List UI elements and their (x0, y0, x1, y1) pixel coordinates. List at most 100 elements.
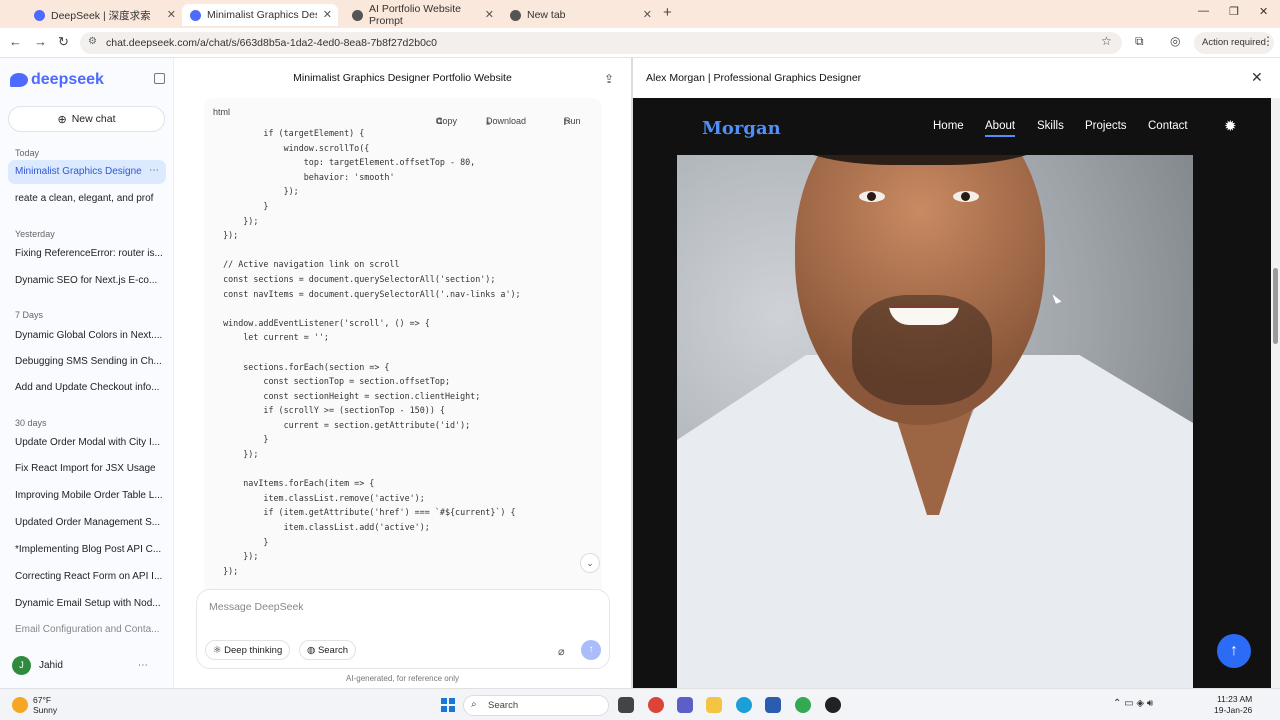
history-item[interactable]: Update Order Modal with City I... (8, 431, 166, 455)
bookmark-star-icon[interactable]: ☆ (1101, 34, 1112, 48)
profile-icon[interactable]: ◎ (1170, 34, 1180, 48)
file-explorer-icon[interactable] (706, 697, 722, 713)
history-item[interactable]: Fix React Import for JSX Usage (8, 457, 166, 481)
close-icon[interactable]: ✕ (485, 8, 494, 21)
deepseek-icon (190, 9, 201, 21)
sidebar: deepseek ⊕ New chat Today Minimalist Gra… (0, 58, 174, 688)
history-item[interactable]: Improving Mobile Order Table L... (8, 484, 166, 508)
weather-temp: 67°F (33, 695, 52, 705)
back-icon[interactable]: ← (9, 34, 22, 49)
send-button[interactable]: ↑ (581, 640, 601, 660)
history-item[interactable]: *Implementing Blog Post API C... (8, 538, 166, 562)
logo-text: deepseek (31, 71, 104, 88)
search-icon: ⌕ (471, 699, 477, 710)
whale-icon (10, 73, 28, 87)
new-tab-button[interactable]: + (663, 4, 672, 21)
more-icon[interactable]: ⋯ (138, 660, 148, 671)
window-close-icon[interactable]: ✕ (1259, 5, 1268, 18)
history-item[interactable]: reate a clean, elegant, and prof (8, 187, 166, 211)
history-item[interactable]: Dynamic Global Colors in Next.... (8, 324, 166, 348)
nav-home[interactable]: Home (933, 120, 964, 132)
close-icon[interactable]: ✕ (323, 8, 332, 21)
history-item-label: Update Order Modal with City I... (15, 437, 161, 448)
deep-thinking-toggle[interactable]: ⚛ Deep thinking (205, 640, 291, 660)
tab-ai-portfolio[interactable]: AI Portfolio Website Prompt ✕ (344, 3, 500, 27)
message-composer[interactable]: Message DeepSeek ⚛ Deep thinking ◍ Searc… (196, 589, 610, 669)
history-item-label: Dynamic SEO for Next.js E-co... (15, 275, 158, 286)
reload-icon[interactable]: ↻ (58, 34, 69, 50)
chat-title: Minimalist Graphics Designer Portfolio W… (293, 72, 512, 84)
preview-scrollbar[interactable] (1271, 98, 1280, 688)
extensions-icon[interactable]: ⧉ (1135, 34, 1144, 49)
history-item[interactable]: Dynamic SEO for Next.js E-co... (8, 269, 166, 293)
history-item-label: Fixing ReferenceError: router is... (15, 248, 163, 259)
atom-icon: ⚛ (213, 645, 225, 656)
history-item[interactable]: Debugging SMS Sending in Ch... (8, 350, 166, 374)
url-field[interactable]: ⚙ chat.deepseek.com/a/chat/s/663d8b5a-1d… (80, 32, 1122, 54)
copy-label: Copy (436, 116, 458, 126)
sidebar-toggle-icon[interactable] (154, 73, 165, 84)
history-item-label: Dynamic Global Colors in Next.... (15, 330, 163, 341)
nav-skills[interactable]: Skills (1037, 120, 1064, 132)
close-icon[interactable]: ✕ (643, 8, 652, 21)
profile-photo (677, 155, 1193, 688)
history-item-label: Dynamic Email Setup with Nod... (15, 598, 161, 609)
history-item[interactable]: Updated Order Management S... (8, 511, 166, 535)
tab-deepseek-home[interactable]: DeepSeek | 深度求索 ✕ (26, 4, 182, 26)
history-item[interactable]: Email Configuration and Conta... (8, 618, 166, 642)
chrome-active-icon[interactable] (795, 697, 811, 713)
preview-header: Alex Morgan | Professional Graphics Desi… (633, 58, 1280, 98)
close-icon[interactable]: ✕ (167, 8, 176, 21)
share-icon[interactable]: ⇪ (604, 72, 614, 86)
store-icon[interactable] (765, 697, 781, 713)
history-item[interactable]: Dynamic Email Setup with Nod... (8, 592, 166, 616)
windows-start-icon[interactable] (441, 698, 455, 712)
weather-widget[interactable]: 67°F Sunny (12, 695, 57, 715)
action-required-label: Action required (1202, 37, 1266, 48)
task-view-icon[interactable] (618, 697, 634, 713)
theme-toggle-icon[interactable]: ✹ (1224, 117, 1237, 135)
history-item[interactable]: Correcting React Form on API I... (8, 565, 166, 589)
search-toggle[interactable]: ◍ Search (299, 640, 357, 660)
message-input[interactable]: Message DeepSeek (209, 601, 304, 613)
nav-about[interactable]: About (985, 120, 1016, 137)
system-tray[interactable]: ⌃ ▭ ◈ 🔊︎ (1113, 698, 1153, 709)
clock-time: 11:23 AM (1216, 694, 1253, 704)
attach-icon[interactable]: ⌀ (558, 645, 565, 658)
preview-title: Alex Morgan | Professional Graphics Desi… (646, 72, 862, 84)
new-chat-button[interactable]: ⊕ New chat (8, 106, 165, 132)
section-label: Today (15, 148, 40, 158)
section-label: 30 days (15, 418, 47, 428)
close-preview-icon[interactable]: ✕ (1251, 69, 1263, 86)
deepseek-logo[interactable]: deepseek (10, 71, 104, 89)
scrollbar-thumb[interactable] (1273, 268, 1278, 344)
clock[interactable]: 11:23 AM 19-Jan-26 (1214, 694, 1252, 716)
taskbar-search[interactable]: ⌕ Search (463, 695, 609, 716)
menu-kebab-icon[interactable]: ⋮ (1262, 34, 1274, 48)
globe-icon: ◍ (307, 645, 318, 656)
restore-icon[interactable]: ❐ (1229, 5, 1239, 18)
history-item[interactable]: Add and Update Checkout info... (8, 376, 166, 400)
chrome-icon[interactable] (648, 697, 664, 713)
minimize-icon[interactable]: — (1198, 5, 1209, 17)
plus-circle-icon: ⊕ (57, 113, 67, 126)
tab-minimalist-designer[interactable]: Minimalist Graphics Designer P ✕ (182, 4, 338, 26)
user-profile[interactable]: J Jahid ⋯ (12, 656, 148, 675)
site-brand[interactable]: Morgan (702, 118, 781, 139)
taskbar: 67°F Sunny ⌕ Search ⌃ ▭ ◈ 🔊︎ 11:23 AM 19-… (0, 688, 1280, 720)
history-item[interactable]: Minimalist Graphics Designe ⋯ (8, 160, 166, 184)
tab-new-tab[interactable]: New tab ✕ (502, 4, 658, 26)
history-item-label: Add and Update Checkout info... (15, 382, 160, 393)
site-info-icon[interactable]: ⚙ (88, 36, 97, 47)
edge-icon[interactable] (736, 697, 752, 713)
history-item[interactable]: Fixing ReferenceError: router is... (8, 242, 166, 266)
more-icon[interactable]: ⋯ (149, 165, 159, 176)
history-item-label: reate a clean, elegant, and prof (15, 193, 154, 204)
teams-icon[interactable] (677, 697, 693, 713)
back-to-top-button[interactable]: ↑ (1217, 634, 1251, 668)
nav-projects[interactable]: Projects (1085, 120, 1127, 132)
scroll-down-icon[interactable]: ⌄ (580, 553, 600, 573)
forward-icon[interactable]: → (34, 34, 47, 49)
nav-contact[interactable]: Contact (1148, 120, 1188, 132)
github-icon[interactable] (825, 697, 841, 713)
